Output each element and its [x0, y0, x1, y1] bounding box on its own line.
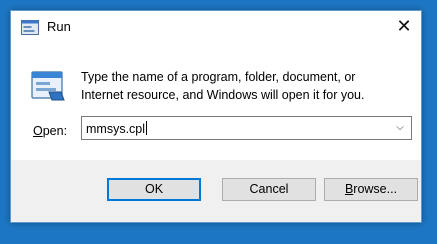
- run-icon: [21, 20, 39, 35]
- open-label-rest: pen:: [42, 124, 68, 138]
- chevron-down-icon[interactable]: ⌵: [392, 119, 408, 137]
- text-caret: [146, 121, 148, 135]
- open-label: Open:: [33, 124, 67, 138]
- ok-button[interactable]: OK: [107, 178, 201, 201]
- cancel-button[interactable]: Cancel: [222, 178, 316, 201]
- open-input[interactable]: mmsys.cpl: [86, 121, 148, 136]
- title-bar[interactable]: Run ✕: [11, 11, 421, 43]
- description-text: Type the name of a program, folder, docu…: [81, 70, 365, 102]
- open-combobox[interactable]: mmsys.cpl ⌵: [81, 116, 412, 140]
- button-bar: OK Cancel Browse...: [11, 160, 421, 222]
- run-dialog: Run ✕ Type the name of a program, folder…: [10, 10, 422, 223]
- open-label-accesskey: O: [33, 124, 43, 138]
- run-app-icon: [31, 70, 65, 104]
- close-button[interactable]: ✕: [387, 11, 421, 43]
- window-title: Run: [47, 19, 71, 34]
- browse-button[interactable]: Browse...: [324, 178, 418, 201]
- browse-label-rest: rowse...: [353, 182, 398, 196]
- open-input-value: mmsys.cpl: [86, 122, 146, 136]
